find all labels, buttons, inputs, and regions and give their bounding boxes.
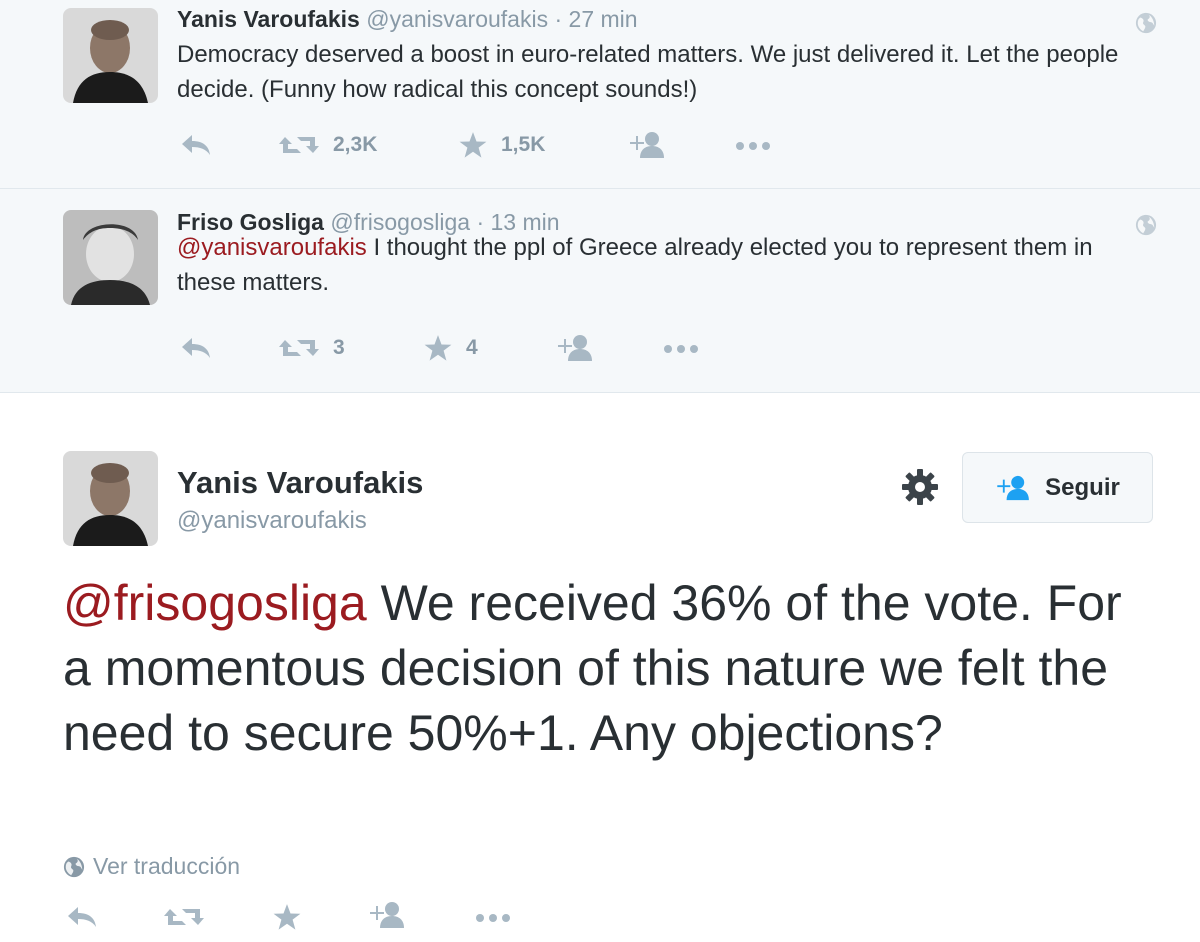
tweet-header: Yanis Varoufakis @yanisvaroufakis · 27 m… (177, 6, 638, 33)
follow-action-button[interactable] (556, 334, 596, 362)
tweet-text: @yanisvaroufakis I thought the ppl of Gr… (177, 230, 1137, 300)
favorite-button[interactable]: 4 (424, 334, 478, 362)
reply-button[interactable] (180, 133, 212, 157)
translate-label: Ver traducción (93, 853, 241, 879)
tweet-actions: 2,3K 1,5K (0, 131, 1200, 161)
follow-icon (556, 334, 596, 362)
favorite-button[interactable] (273, 903, 301, 931)
mention-link[interactable]: @yanisvaroufakis (177, 234, 367, 261)
favorite-count: 4 (466, 336, 478, 359)
tweet-actions (0, 901, 1200, 937)
more-icon (474, 913, 512, 923)
reply-button[interactable] (180, 336, 212, 360)
retweet-icon (279, 336, 319, 360)
fullname[interactable]: Yanis Varoufakis (177, 6, 360, 32)
avatar[interactable] (63, 210, 158, 305)
more-button[interactable] (734, 141, 772, 151)
globe-icon (63, 856, 85, 878)
username[interactable]: @yanisvaroufakis (366, 6, 548, 32)
retweet-count: 2,3K (333, 133, 378, 156)
favorite-button[interactable]: 1,5K (459, 131, 545, 159)
avatar[interactable] (63, 8, 158, 103)
main-tweet-text: @frisogosliga We received 36% of the vot… (63, 571, 1153, 766)
username[interactable]: @yanisvaroufakis (177, 507, 367, 535)
retweet-icon (279, 133, 319, 157)
more-button[interactable] (662, 344, 700, 354)
more-icon (662, 344, 700, 354)
follow-icon (628, 131, 668, 159)
follow-icon (368, 901, 408, 929)
more-button[interactable] (474, 913, 512, 923)
favorite-count: 1,5K (501, 133, 546, 156)
translate-link[interactable]: Ver traducción (63, 853, 240, 880)
favorite-icon (273, 903, 301, 931)
follow-action-button[interactable] (628, 131, 668, 159)
reply-icon (180, 336, 212, 360)
favorite-icon (424, 334, 452, 362)
retweet-count: 3 (333, 336, 345, 359)
avatar[interactable] (63, 451, 158, 546)
retweet-button[interactable]: 2,3K (279, 133, 377, 157)
timestamp[interactable]: · 27 min (554, 6, 637, 32)
reply-button[interactable] (66, 905, 98, 929)
follow-icon (995, 475, 1033, 501)
tweet-context-2[interactable]: Friso Gosliga @frisogosliga · 13 min @ya… (0, 189, 1200, 393)
globe-icon (1135, 12, 1157, 34)
retweet-button[interactable]: 3 (279, 336, 345, 360)
tweet-actions: 3 4 (0, 334, 1200, 364)
retweet-icon (164, 905, 204, 929)
reply-icon (180, 133, 212, 157)
retweet-button[interactable] (164, 905, 204, 929)
follow-label: Seguir (1045, 473, 1120, 501)
reply-icon (66, 905, 98, 929)
gear-icon[interactable] (899, 466, 941, 508)
favorite-icon (459, 131, 487, 159)
tweet-context-1[interactable]: Yanis Varoufakis @yanisvaroufakis · 27 m… (0, 0, 1200, 189)
follow-action-button[interactable] (368, 901, 408, 929)
mention-link[interactable]: @frisogosliga (63, 575, 367, 631)
fullname[interactable]: Yanis Varoufakis (177, 465, 423, 501)
more-icon (734, 141, 772, 151)
main-tweet: Yanis Varoufakis @yanisvaroufakis Seguir… (0, 393, 1200, 942)
follow-button[interactable]: Seguir (962, 452, 1153, 523)
tweet-text: Democracy deserved a boost in euro-relat… (177, 41, 1119, 103)
globe-icon (1135, 214, 1157, 236)
